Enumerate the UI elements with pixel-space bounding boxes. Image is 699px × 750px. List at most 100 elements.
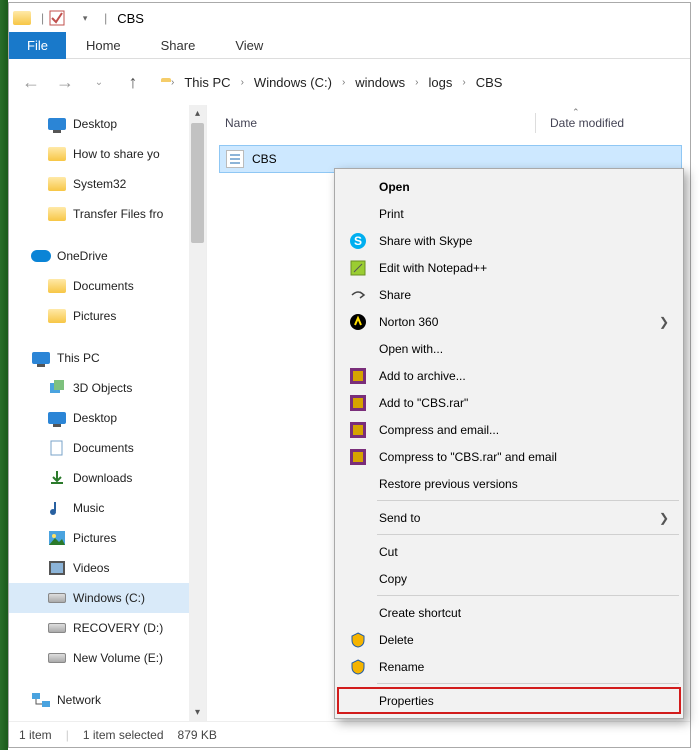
menu-sendto[interactable]: Send to❯	[337, 504, 681, 531]
forward-button[interactable]: →	[53, 70, 77, 94]
window-title: CBS	[117, 11, 144, 26]
menu-share[interactable]: Share	[337, 281, 681, 308]
tree-label: Windows (C:)	[73, 591, 145, 605]
tree-item[interactable]: Pictures	[9, 301, 206, 331]
tab-home[interactable]: Home	[66, 32, 141, 59]
menu-restore-versions[interactable]: Restore previous versions	[337, 470, 681, 497]
tab-share[interactable]: Share	[141, 32, 216, 59]
chevron-right-icon[interactable]: ›	[241, 77, 244, 88]
documents-icon	[47, 439, 67, 457]
scroll-up-icon[interactable]: ▴	[189, 105, 206, 122]
status-size: 879 KB	[178, 728, 217, 742]
menu-cut[interactable]: Cut	[337, 538, 681, 565]
breadcrumb-item[interactable]: Windows (C:)	[254, 75, 332, 90]
menu-print[interactable]: Print	[337, 200, 681, 227]
scroll-thumb[interactable]	[191, 123, 204, 243]
menu-compress-email[interactable]: Compress and email...	[337, 416, 681, 443]
status-bar: 1 item | 1 item selected 879 KB	[9, 721, 690, 747]
folder-icon	[13, 9, 31, 27]
menu-edit-notepad[interactable]: Edit with Notepad++	[337, 254, 681, 281]
menu-add-archive[interactable]: Add to archive...	[337, 362, 681, 389]
column-headers: ⌃ Name Date modified	[207, 105, 690, 141]
breadcrumb-item[interactable]: windows	[355, 75, 405, 90]
tree-label: Desktop	[73, 411, 117, 425]
share-icon	[347, 285, 369, 305]
tree-item[interactable]: Pictures	[9, 523, 206, 553]
menu-compress-cbs-email[interactable]: Compress to "CBS.rar" and email	[337, 443, 681, 470]
tree-item[interactable]: How to share yo	[9, 139, 206, 169]
menu-delete[interactable]: Delete	[337, 626, 681, 653]
music-icon	[47, 499, 67, 517]
breadcrumb[interactable]: › This PC › Windows (C:) › windows › log…	[155, 75, 680, 90]
shield-icon	[347, 657, 369, 677]
menu-open[interactable]: Open	[337, 173, 681, 200]
menu-rename[interactable]: Rename	[337, 653, 681, 680]
column-date[interactable]: Date modified	[550, 116, 624, 130]
menu-add-cbs-rar[interactable]: Add to "CBS.rar"	[337, 389, 681, 416]
menu-openwith[interactable]: Open with...	[337, 335, 681, 362]
column-name[interactable]: Name	[225, 116, 535, 130]
tree-label: Pictures	[73, 309, 116, 323]
tree-item[interactable]: Documents	[9, 433, 206, 463]
recent-dropdown-icon[interactable]: ⌄	[87, 70, 111, 94]
titlebar: | ▾ | CBS	[9, 3, 690, 33]
tree-item-onedrive[interactable]: OneDrive	[9, 241, 206, 271]
disk-icon	[47, 589, 67, 607]
menu-properties[interactable]: Properties	[337, 687, 681, 714]
network-icon	[31, 691, 51, 709]
tree-item-desktop[interactable]: Desktop	[9, 109, 206, 139]
chevron-right-icon[interactable]: ›	[171, 77, 174, 88]
disk-icon	[47, 649, 67, 667]
tree-item[interactable]: System32	[9, 169, 206, 199]
breadcrumb-item[interactable]: CBS	[476, 75, 503, 90]
tree-item[interactable]: Documents	[9, 271, 206, 301]
tree-label: OneDrive	[57, 249, 108, 263]
menu-create-shortcut[interactable]: Create shortcut	[337, 599, 681, 626]
tree-item-network[interactable]: Network	[9, 685, 206, 715]
tree-item[interactable]: 3D Objects	[9, 373, 206, 403]
menu-norton[interactable]: Norton 360❯	[337, 308, 681, 335]
chevron-right-icon[interactable]: ›	[462, 77, 465, 88]
tree-item[interactable]: Music	[9, 493, 206, 523]
tree-scrollbar[interactable]: ▴ ▾	[189, 105, 206, 721]
tree-label: Desktop	[73, 117, 117, 131]
desktop-icon	[47, 409, 67, 427]
context-menu: Open Print SShare with Skype Edit with N…	[334, 168, 684, 719]
tree-item[interactable]: New Volume (E:)	[9, 643, 206, 673]
quick-checkbox-icon[interactable]	[48, 9, 66, 27]
tab-view[interactable]: View	[215, 32, 283, 59]
tree-item[interactable]: Transfer Files fro	[9, 199, 206, 229]
menu-share-skype[interactable]: SShare with Skype	[337, 227, 681, 254]
scroll-down-icon[interactable]: ▾	[189, 704, 206, 721]
downloads-icon	[47, 469, 67, 487]
file-name: CBS	[252, 152, 277, 166]
tree-label: Music	[73, 501, 104, 515]
tree-label: Pictures	[73, 531, 116, 545]
tree-item[interactable]: RECOVERY (D:)	[9, 613, 206, 643]
tree-label: RECOVERY (D:)	[73, 621, 163, 635]
winrar-icon	[347, 447, 369, 467]
nav-tree: Desktop How to share yo System32 Transfe…	[9, 105, 207, 721]
tree-item[interactable]: Downloads	[9, 463, 206, 493]
quick-dropdown-icon[interactable]: ▾	[76, 9, 94, 27]
status-selected: 1 item selected	[83, 728, 164, 742]
chevron-right-icon[interactable]: ›	[415, 77, 418, 88]
up-button[interactable]: ↑	[121, 70, 145, 94]
status-count: 1 item	[19, 728, 52, 742]
tree-item-thispc[interactable]: This PC	[9, 343, 206, 373]
tree-label: Documents	[73, 279, 134, 293]
chevron-right-icon[interactable]: ›	[342, 77, 345, 88]
tree-item[interactable]: Desktop	[9, 403, 206, 433]
tree-label: New Volume (E:)	[73, 651, 163, 665]
norton-icon	[347, 312, 369, 332]
menu-copy[interactable]: Copy	[337, 565, 681, 592]
tree-label: How to share yo	[73, 147, 160, 161]
tab-file[interactable]: File	[9, 32, 66, 59]
tree-label: Videos	[73, 561, 109, 575]
tree-item[interactable]: Videos	[9, 553, 206, 583]
pictures-icon	[47, 529, 67, 547]
tree-item-windows-c[interactable]: Windows (C:)	[9, 583, 206, 613]
breadcrumb-item[interactable]: logs	[428, 75, 452, 90]
back-button[interactable]: ←	[19, 70, 43, 94]
breadcrumb-item[interactable]: This PC	[184, 75, 230, 90]
